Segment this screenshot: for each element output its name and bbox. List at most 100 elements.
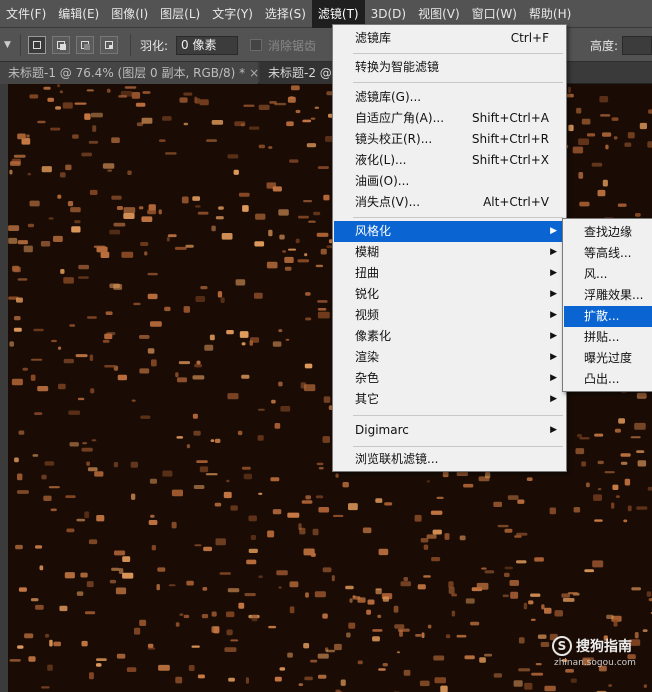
texture-fleck <box>87 316 97 319</box>
texture-fleck <box>298 215 309 219</box>
texture-fleck <box>576 107 582 114</box>
texture-fleck <box>375 588 382 591</box>
texture-fleck <box>35 545 43 549</box>
texture-fleck <box>403 577 408 582</box>
texture-fleck <box>255 213 266 220</box>
texture-fleck <box>526 477 533 481</box>
feather-input[interactable]: 0 像素 <box>176 36 238 55</box>
texture-fleck <box>57 194 62 199</box>
texture-fleck <box>530 593 541 597</box>
menu-item-filter-gallery[interactable]: 滤镜库(G)... <box>334 87 565 108</box>
texture-fleck <box>227 393 239 400</box>
texture-fleck <box>215 216 224 220</box>
texture-fleck <box>630 436 641 439</box>
texture-fleck <box>150 514 155 518</box>
subtract-selection-button[interactable] <box>76 36 94 54</box>
menu-item-stylize[interactable]: 风格化 ▶ <box>334 221 565 242</box>
texture-fleck <box>53 641 61 647</box>
new-selection-button[interactable] <box>28 36 46 54</box>
texture-fleck <box>310 552 316 557</box>
texture-fleck <box>226 611 235 618</box>
anti-alias-checkbox[interactable] <box>250 39 262 51</box>
submenu-item-find-edges[interactable]: 查找边缘 <box>564 222 652 243</box>
texture-fleck <box>396 651 400 654</box>
menu-item-blur[interactable]: 模糊 ▶ <box>334 242 565 263</box>
texture-fleck <box>224 647 237 652</box>
texture-fleck <box>90 388 95 394</box>
tab-document-2[interactable]: 未标题-2 @ <box>260 62 336 84</box>
texture-fleck <box>131 399 136 402</box>
intersect-selection-button[interactable] <box>100 36 118 54</box>
submenu-arrow-icon: ▶ <box>550 425 557 435</box>
submenu-item-diffuse[interactable]: 扩散... <box>564 306 652 327</box>
menu-item-vanishing-point[interactable]: 消失点(V)... Alt+Ctrl+V <box>334 192 565 213</box>
submenu-item-extrude[interactable]: 凸出... <box>564 369 652 390</box>
texture-fleck <box>22 367 28 371</box>
texture-fleck <box>197 211 209 215</box>
texture-fleck <box>74 102 87 105</box>
texture-fleck <box>84 511 90 519</box>
texture-fleck <box>642 629 648 632</box>
add-selection-button[interactable] <box>52 36 70 54</box>
texture-fleck <box>242 205 249 212</box>
menu-file[interactable]: 文件(F) <box>0 0 52 28</box>
menu-item-adaptive-wide-angle[interactable]: 自适应广角(A)... Shift+Ctrl+A <box>334 108 565 129</box>
menu-item-render[interactable]: 渲染 ▶ <box>334 347 565 368</box>
menu-type[interactable]: 文字(Y) <box>206 0 259 28</box>
texture-fleck <box>304 676 313 681</box>
menu-item-sharpen[interactable]: 锐化 ▶ <box>334 284 565 305</box>
texture-fleck <box>267 530 275 538</box>
tool-preset-dropdown-icon[interactable]: ▼ <box>4 40 11 50</box>
menu-image[interactable]: 图像(I) <box>105 0 154 28</box>
height-input[interactable] <box>622 36 652 55</box>
menu-item-video[interactable]: 视频 ▶ <box>334 305 565 326</box>
texture-fleck <box>228 677 235 682</box>
menu-edit[interactable]: 编辑(E) <box>52 0 105 28</box>
texture-fleck <box>16 297 23 303</box>
menu-item-noise[interactable]: 杂色 ▶ <box>334 368 565 389</box>
menu-item-filter-gallery-last[interactable]: 滤镜库 Ctrl+F <box>334 28 565 49</box>
texture-fleck <box>318 507 330 513</box>
new-selection-icon <box>33 41 41 49</box>
texture-fleck <box>250 535 256 540</box>
watermark-url: zhinan.sogou.com <box>554 658 636 668</box>
menu-item-oil-paint[interactable]: 油画(O)... <box>334 171 565 192</box>
texture-fleck <box>573 507 581 513</box>
menu-item-label: 其它 <box>355 392 380 406</box>
submenu-item-solarize[interactable]: 曝光过度 <box>564 348 652 369</box>
menu-item-other[interactable]: 其它 ▶ <box>334 389 565 410</box>
submenu-item-wind[interactable]: 风... <box>564 264 652 285</box>
texture-fleck <box>147 348 155 354</box>
texture-fleck <box>13 154 26 158</box>
menu-layer[interactable]: 图层(L) <box>154 0 206 28</box>
texture-fleck <box>140 242 149 246</box>
menu-item-liquify[interactable]: 液化(L)... Shift+Ctrl+X <box>334 150 565 171</box>
texture-fleck <box>104 365 117 368</box>
tab-document-1[interactable]: 未标题-1 @ 76.4% (图层 0 副本, RGB/8) * × <box>0 62 258 84</box>
texture-fleck <box>139 368 150 374</box>
texture-fleck <box>577 434 582 438</box>
texture-fleck <box>116 653 126 659</box>
menu-select[interactable]: 选择(S) <box>259 0 312 28</box>
texture-fleck <box>322 436 330 443</box>
menu-item-distort[interactable]: 扭曲 ▶ <box>334 263 565 284</box>
texture-fleck <box>335 473 339 478</box>
texture-fleck <box>43 495 52 501</box>
texture-fleck <box>111 195 122 200</box>
menu-item-pixelate[interactable]: 像素化 ▶ <box>334 326 565 347</box>
submenu-item-trace-contour[interactable]: 等高线... <box>564 243 652 264</box>
menu-item-convert-smart-filter[interactable]: 转换为智能滤镜 <box>334 57 565 78</box>
menu-item-digimarc[interactable]: Digimarc ▶ <box>334 420 565 441</box>
submenu-item-emboss[interactable]: 浮雕效果... <box>564 285 652 306</box>
menu-item-browse-online-filters[interactable]: 浏览联机滤镜... <box>334 449 565 470</box>
submenu-item-tiles[interactable]: 拼贴... <box>564 327 652 348</box>
texture-fleck <box>323 194 330 201</box>
texture-fleck <box>62 102 73 109</box>
texture-fleck <box>186 580 194 586</box>
close-icon[interactable]: × <box>249 66 258 80</box>
texture-fleck <box>174 246 187 250</box>
texture-fleck <box>76 591 84 596</box>
menu-item-lens-correction[interactable]: 镜头校正(R)... Shift+Ctrl+R <box>334 129 565 150</box>
texture-fleck <box>211 626 220 633</box>
texture-fleck <box>257 435 264 441</box>
